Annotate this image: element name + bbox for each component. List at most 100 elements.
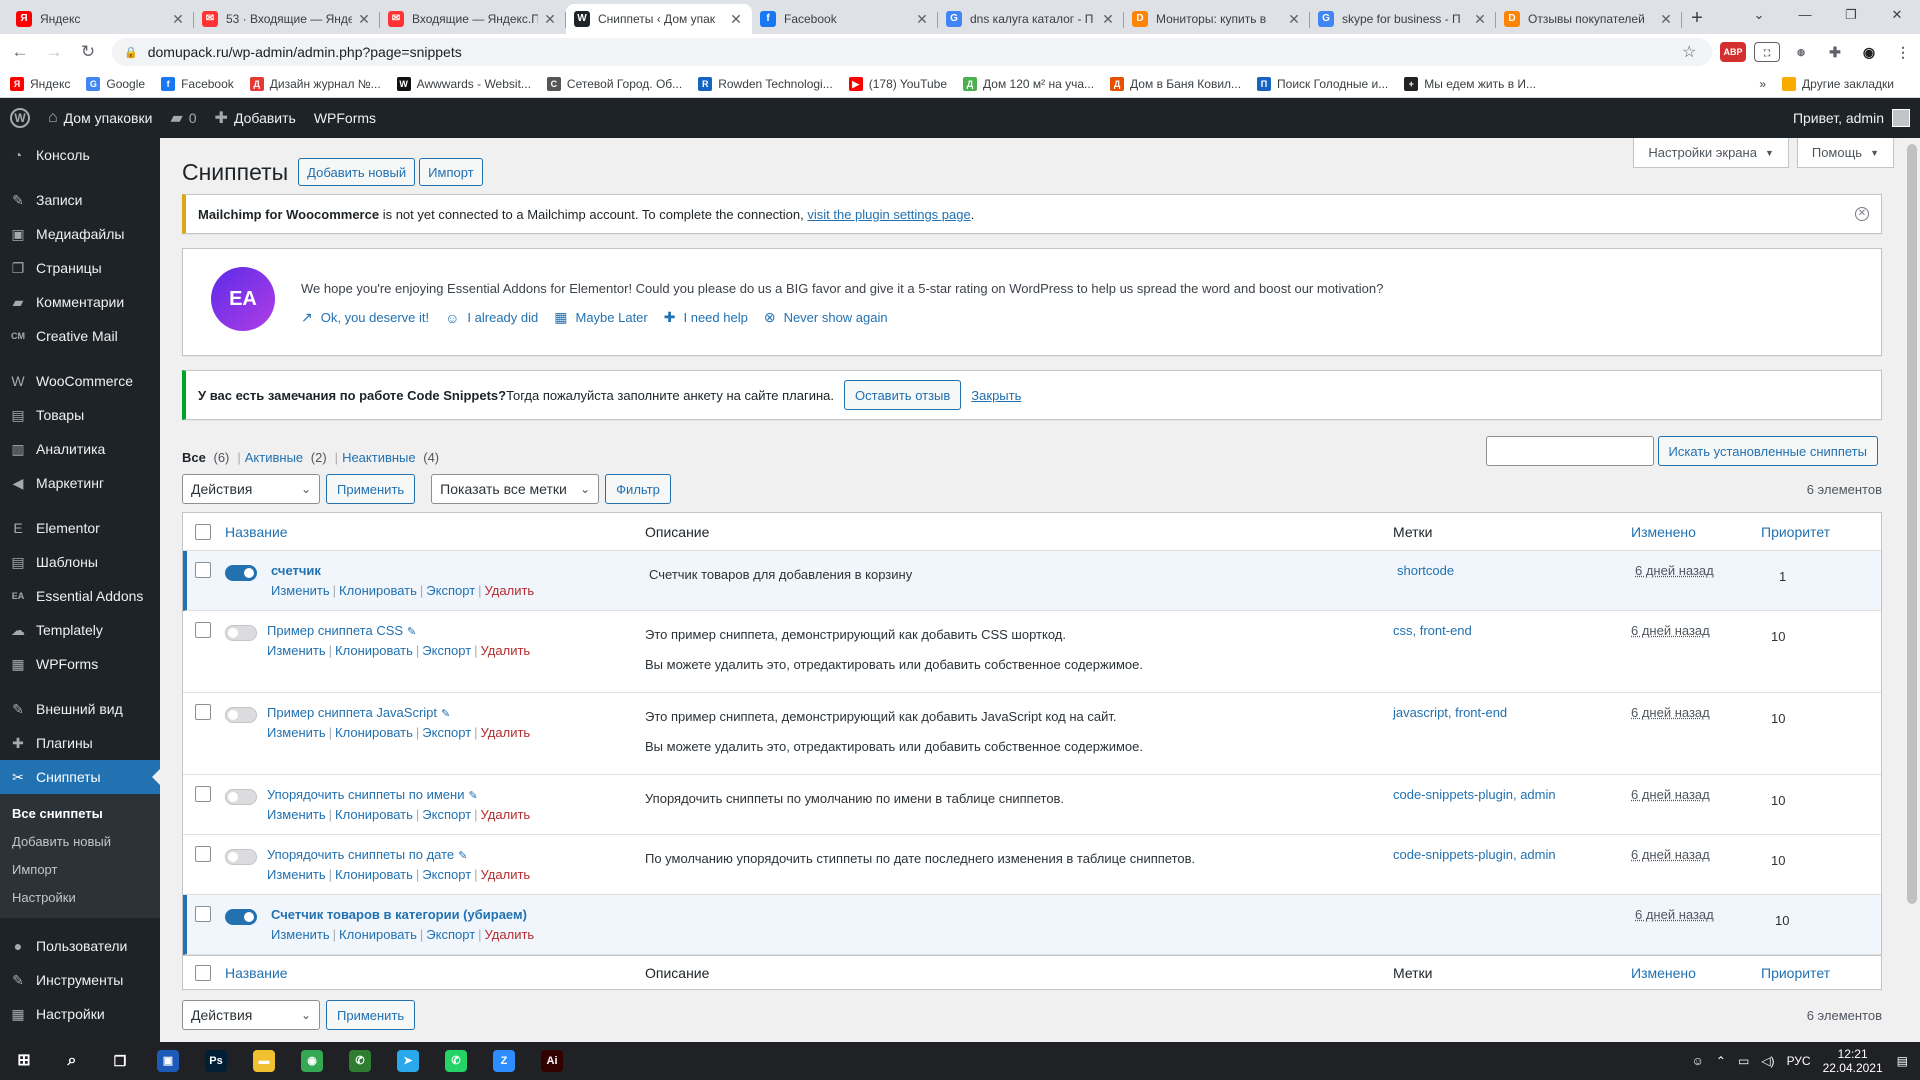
row-checkbox[interactable] xyxy=(195,906,211,922)
select-all-checkbox[interactable] xyxy=(195,524,211,540)
close-tab-icon[interactable]: ✕ xyxy=(1100,11,1116,28)
zoom-icon[interactable]: Z xyxy=(480,1042,528,1080)
adblock-icon[interactable]: ABP xyxy=(1720,42,1746,62)
tab-search-icon[interactable]: ⌄ xyxy=(1736,0,1782,30)
globe-icon[interactable]: ◍ xyxy=(1788,42,1814,62)
capture-icon[interactable]: ⛶ xyxy=(1754,42,1780,62)
bulk-actions-select[interactable]: Действия ⌄ xyxy=(182,1000,320,1030)
leave-review-button[interactable]: Оставить отзыв xyxy=(844,380,962,410)
clock[interactable]: 12:21 22.04.2021 xyxy=(1823,1047,1883,1075)
minimize-icon[interactable]: — xyxy=(1782,0,1828,30)
reload-icon[interactable]: ↻ xyxy=(74,42,102,62)
activate-toggle[interactable] xyxy=(225,707,257,723)
sidebar-item[interactable]: ✎ Записи xyxy=(0,183,160,217)
export-link[interactable]: Экспорт xyxy=(426,927,475,942)
browser-tab[interactable]: Gdns калуга каталог - П ✕ xyxy=(938,4,1124,34)
search-button[interactable]: Искать установленные сниппеты xyxy=(1657,436,1878,466)
delete-link[interactable]: Удалить xyxy=(481,725,531,740)
menu-icon[interactable]: ⋮ xyxy=(1890,42,1916,62)
select-all-checkbox[interactable] xyxy=(195,965,211,981)
more-bookmarks-icon[interactable]: » xyxy=(1759,77,1766,91)
snippet-tags[interactable]: code-snippets-plugin, admin xyxy=(1393,847,1556,862)
browser-tab[interactable]: D Отзывы покупателей ✕ xyxy=(1496,4,1682,34)
search-input[interactable] xyxy=(1485,436,1654,466)
site-name-link[interactable]: ⌂ Дом упаковки xyxy=(48,109,152,127)
sidebar-item[interactable]: ▰ Комментарии xyxy=(0,285,160,319)
export-link[interactable]: Экспорт xyxy=(422,807,471,822)
sidebar-item[interactable]: ▦ WPForms xyxy=(0,647,160,681)
browser-tab[interactable]: ✉ 53 · Входящие — Яндекс ✕ xyxy=(194,4,380,34)
sidebar-item[interactable]: ✂ Сниппеты xyxy=(0,760,160,794)
volume-icon[interactable]: ◁) xyxy=(1761,1054,1774,1068)
export-link[interactable]: Экспорт xyxy=(426,583,475,598)
notice-link[interactable]: ↗ Ok, you deserve it! xyxy=(301,309,429,326)
bookmark-item[interactable]: R Rowden Technologi... xyxy=(698,76,833,91)
snippet-name[interactable]: Пример сниппета JavaScript ✎ xyxy=(267,705,450,720)
page-scrollbar[interactable] xyxy=(1904,138,1920,1042)
plugin-settings-link[interactable]: visit the plugin settings page xyxy=(807,207,970,222)
row-checkbox[interactable] xyxy=(195,704,211,720)
notice-link[interactable]: ✚ I need help xyxy=(664,309,748,326)
activate-toggle[interactable] xyxy=(225,789,257,805)
close-tab-icon[interactable]: ✕ xyxy=(356,11,372,28)
delete-link[interactable]: Удалить xyxy=(481,807,531,822)
wpforms-link[interactable]: WPForms xyxy=(314,110,376,126)
delete-link[interactable]: Удалить xyxy=(485,927,535,942)
sidebar-item[interactable]: ◔ Консоль xyxy=(0,138,160,172)
sidebar-item[interactable]: CM Creative Mail xyxy=(0,319,160,353)
bookmark-item[interactable]: Д Дом 120 м² на уча... xyxy=(963,76,1094,91)
close-notice-link[interactable]: Закрыть xyxy=(971,388,1021,403)
illustrator-icon[interactable]: Ai xyxy=(528,1042,576,1080)
new-tab-button[interactable]: + xyxy=(1682,4,1712,34)
sidebar-item[interactable]: ▥ Аналитика xyxy=(0,432,160,466)
delete-link[interactable]: Удалить xyxy=(481,867,531,882)
edit-link[interactable]: Изменить xyxy=(267,867,326,882)
snippet-tags[interactable]: javascript, front-end xyxy=(1393,705,1507,720)
start-icon[interactable]: ⊞ xyxy=(0,1042,48,1080)
profile-icon[interactable]: ◉ xyxy=(1856,42,1882,62)
activate-toggle[interactable] xyxy=(225,909,257,925)
export-link[interactable]: Экспорт xyxy=(422,867,471,882)
bookmark-item[interactable]: + Мы едем жить в И... xyxy=(1404,76,1536,91)
col-priority[interactable]: Приоритет xyxy=(1761,524,1830,540)
bookmark-item[interactable]: Я Яндекс xyxy=(10,76,70,91)
browser-tab[interactable]: D Мониторы: купить в ✕ xyxy=(1124,4,1310,34)
filter-all[interactable]: Все (6) xyxy=(182,450,233,465)
snippet-name[interactable]: Счетчик товаров в категории (убираем) xyxy=(271,907,527,922)
whatsapp-icon[interactable]: ✆ xyxy=(432,1042,480,1080)
sidebar-item[interactable]: ▤ Товары xyxy=(0,398,160,432)
activate-toggle[interactable] xyxy=(225,565,257,581)
chrome-icon[interactable]: ◉ xyxy=(288,1042,336,1080)
clone-link[interactable]: Клонировать xyxy=(339,927,417,942)
submenu-item[interactable]: Добавить новый xyxy=(0,828,160,856)
browser-tab[interactable]: Gskype for business - П ✕ xyxy=(1310,4,1496,34)
close-tab-icon[interactable]: ✕ xyxy=(1286,11,1302,28)
bookmark-item[interactable]: ▶ (178) YouTube xyxy=(848,76,947,91)
sidebar-item[interactable]: ▣ Медиафайлы xyxy=(0,217,160,251)
col-name[interactable]: Название xyxy=(225,965,288,981)
col-name[interactable]: Название xyxy=(225,524,288,540)
close-window-icon[interactable]: ✕ xyxy=(1874,0,1920,30)
bookmark-item[interactable]: С Сетевой Город. Об... xyxy=(546,76,682,91)
address-bar[interactable]: 🔒 domupack.ru/wp-admin/admin.php?page=sn… xyxy=(112,38,1712,66)
filter-active[interactable]: Активные (2) xyxy=(245,450,331,465)
browser-tab[interactable]: Я Яндекс ✕ xyxy=(8,4,194,34)
edit-link[interactable]: Изменить xyxy=(271,927,330,942)
sidebar-item[interactable]: ◀ Маркетинг xyxy=(0,466,160,500)
task-view-icon[interactable]: ❐ xyxy=(96,1042,144,1080)
sidebar-item[interactable]: ✚ Плагины xyxy=(0,726,160,760)
apply-button[interactable]: Применить xyxy=(326,1000,416,1030)
clone-link[interactable]: Клонировать xyxy=(335,807,413,822)
sidebar-item[interactable]: ▤ Шаблоны xyxy=(0,545,160,579)
add-new-link[interactable]: ✚ Добавить xyxy=(215,108,296,128)
bookmark-item[interactable]: W Awwwards - Websit... xyxy=(396,76,531,91)
sidebar-item[interactable]: ✎ Внешний вид xyxy=(0,692,160,726)
save-app-icon[interactable]: ▣ xyxy=(144,1042,192,1080)
snippet-name[interactable]: счетчик xyxy=(271,563,321,578)
explorer-icon[interactable]: ▬ xyxy=(240,1042,288,1080)
language-indicator[interactable]: РУС xyxy=(1787,1054,1811,1068)
bookmark-item[interactable]: Д Дизайн журнал №... xyxy=(249,76,381,91)
snippet-name[interactable]: Упорядочить сниппеты по имени ✎ xyxy=(267,787,478,802)
apply-button[interactable]: Применить xyxy=(326,474,416,504)
clone-link[interactable]: Клонировать xyxy=(335,643,413,658)
